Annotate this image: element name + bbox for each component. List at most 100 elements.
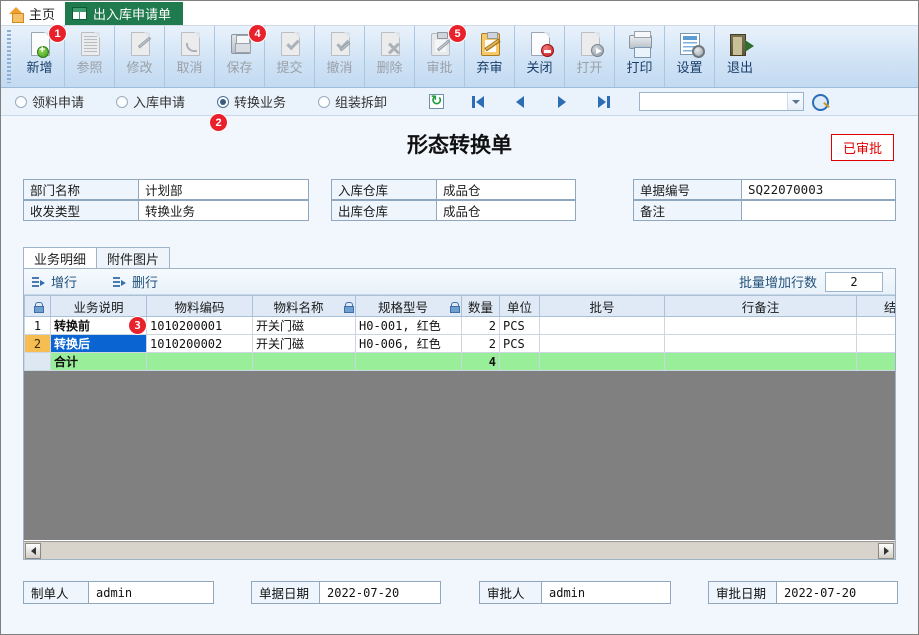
field-doc-number[interactable]: 单据编号 SQ22070003 bbox=[633, 179, 896, 200]
row-1-code-cell[interactable]: 1010200001 bbox=[146, 316, 253, 335]
batch-add-rows-label: 批量增加行数 bbox=[738, 275, 817, 290]
radio-material-request[interactable]: 领料申请 bbox=[15, 92, 84, 111]
status-badge: 已审批 bbox=[830, 134, 894, 161]
approve-button-label: 审批 bbox=[426, 60, 453, 75]
first-record-button[interactable] bbox=[457, 91, 499, 113]
col-header-business-desc[interactable]: 业务说明 bbox=[50, 295, 147, 317]
field-transaction-type[interactable]: 收发类型 转换业务 bbox=[23, 200, 309, 221]
field-created-by[interactable]: 制单人 admin bbox=[23, 581, 214, 604]
row-2-name-cell[interactable]: 开关门磁 bbox=[252, 334, 356, 353]
lock-icon bbox=[344, 301, 354, 313]
radio-assembly-disassembly[interactable]: 组装拆卸 bbox=[318, 92, 387, 111]
last-record-button[interactable] bbox=[583, 91, 625, 113]
field-out-warehouse[interactable]: 出库仓库 成品仓 bbox=[331, 200, 576, 221]
radio-icon bbox=[318, 95, 331, 108]
add-row-icon bbox=[32, 276, 46, 288]
new-button[interactable]: 新增 1 bbox=[15, 25, 66, 87]
table-row[interactable]: 1 转换前 3 1010200001 开关门磁 H0-001, 红色 2 PCS bbox=[24, 316, 895, 335]
tab-inout-request[interactable]: 出入库申请单 bbox=[65, 2, 184, 25]
edit-button[interactable]: 修改 bbox=[115, 26, 165, 87]
exit-button[interactable]: 退出 bbox=[715, 26, 765, 87]
print-button[interactable]: 打印 bbox=[615, 26, 665, 87]
col-header-material-name[interactable]: 物料名称 bbox=[252, 295, 356, 317]
col-header-qty[interactable]: 数量 bbox=[461, 295, 500, 317]
field-approved-by[interactable]: 审批人 admin bbox=[479, 581, 671, 604]
field-doc-number-label: 单据编号 bbox=[633, 179, 741, 200]
batch-add-rows-group: 批量增加行数 2 bbox=[738, 271, 895, 292]
toolbar-grip[interactable] bbox=[7, 30, 11, 83]
delete-row-button[interactable]: 删行 bbox=[113, 272, 158, 291]
batch-add-rows-input[interactable]: 2 bbox=[825, 271, 883, 292]
row-2-unit-cell[interactable]: PCS bbox=[499, 334, 540, 353]
col-header-balance-qty[interactable]: 结存数量 bbox=[856, 295, 895, 317]
save-button[interactable]: 保存 4 bbox=[215, 25, 266, 87]
col-header-spec[interactable]: 规格型号 bbox=[355, 295, 462, 317]
horizontal-scrollbar[interactable] bbox=[24, 541, 895, 559]
detail-grid-panel: 增行 删行 批量增加行数 2 业务说明 物料编码 物料名称 规格型号 数量 单位… bbox=[23, 268, 896, 560]
revoke-button[interactable]: 撤消 bbox=[315, 26, 365, 87]
col-header-unit[interactable]: 单位 bbox=[499, 295, 540, 317]
settings-button[interactable]: 设置 bbox=[665, 26, 715, 87]
tab-home[interactable]: 主页 bbox=[1, 2, 66, 25]
field-in-warehouse[interactable]: 入库仓库 成品仓 bbox=[331, 179, 576, 200]
row-1-spec-cell[interactable]: H0-001, 红色 bbox=[355, 316, 462, 335]
row-1-balance-cell[interactable] bbox=[856, 316, 895, 335]
row-1-qty-cell[interactable]: 2 bbox=[461, 316, 500, 335]
row-2-spec-cell[interactable]: H0-006, 红色 bbox=[355, 334, 462, 353]
col-header-material-code[interactable]: 物料编码 bbox=[146, 295, 253, 317]
next-record-button[interactable] bbox=[541, 91, 583, 113]
new-button-label: 新增 bbox=[26, 60, 53, 75]
radio-transfer-business[interactable]: 转换业务 2 bbox=[210, 92, 286, 131]
scrollbar-track[interactable] bbox=[42, 542, 877, 559]
open-doc-button[interactable]: 打开 bbox=[565, 26, 615, 87]
lock-icon bbox=[450, 301, 460, 313]
chevron-down-icon[interactable] bbox=[787, 93, 804, 110]
approve-button[interactable]: 审批 5 bbox=[415, 25, 466, 87]
row-2-balance-cell[interactable] bbox=[856, 334, 895, 353]
radio-inbound-request[interactable]: 入库申请 bbox=[116, 92, 185, 111]
tab-business-detail[interactable]: 业务明细 bbox=[23, 247, 98, 268]
search-icon[interactable] bbox=[812, 93, 832, 111]
row-2-qty-cell[interactable]: 2 bbox=[461, 334, 500, 353]
field-out-warehouse-label: 出库仓库 bbox=[331, 200, 436, 221]
first-record-icon bbox=[472, 95, 485, 108]
field-transaction-type-label: 收发类型 bbox=[23, 200, 138, 221]
row-2-batch-cell[interactable] bbox=[539, 334, 665, 353]
cancel-button[interactable]: 取消 bbox=[165, 26, 215, 87]
reference-button[interactable]: 参照 bbox=[65, 26, 115, 87]
total-code bbox=[146, 352, 253, 371]
scroll-left-button[interactable] bbox=[25, 542, 41, 559]
field-remark[interactable]: 备注 bbox=[633, 200, 896, 221]
close-doc-button-label: 关闭 bbox=[526, 60, 553, 75]
scroll-right-button[interactable] bbox=[878, 542, 894, 559]
row-1-batch-cell[interactable] bbox=[539, 316, 665, 335]
col-header-row-remark[interactable]: 行备注 bbox=[664, 295, 857, 317]
row-1-unit-cell[interactable]: PCS bbox=[499, 316, 540, 335]
col-header-rownum[interactable] bbox=[24, 295, 51, 317]
add-row-button[interactable]: 增行 bbox=[32, 272, 77, 291]
field-department[interactable]: 部门名称 计划部 bbox=[23, 179, 309, 200]
record-select-combo[interactable] bbox=[639, 92, 805, 111]
unapprove-button[interactable]: 弃审 bbox=[465, 26, 515, 87]
delete-button[interactable]: 删除 bbox=[365, 26, 415, 87]
tab-attachment-image-label: 附件图片 bbox=[107, 251, 160, 267]
row-1-biz-cell[interactable]: 转换前 3 bbox=[50, 316, 147, 335]
submit-button[interactable]: 提交 bbox=[265, 26, 315, 87]
row-1-remark-cell[interactable] bbox=[664, 316, 857, 335]
row-2-code-cell[interactable]: 1010200002 bbox=[146, 334, 253, 353]
tab-attachment-image[interactable]: 附件图片 bbox=[97, 247, 171, 268]
field-doc-date[interactable]: 单据日期 2022-07-20 bbox=[251, 581, 441, 604]
row-2-remark-cell[interactable] bbox=[664, 334, 857, 353]
delete-row-label: 删行 bbox=[132, 275, 159, 290]
table-row[interactable]: 2 转换后 1010200002 开关门磁 H0-006, 红色 2 PCS bbox=[24, 334, 895, 353]
radio-icon bbox=[116, 95, 129, 108]
close-doc-button[interactable]: 关闭 bbox=[515, 26, 565, 87]
field-approve-date[interactable]: 审批日期 2022-07-20 bbox=[708, 581, 898, 604]
row-2-biz-cell[interactable]: 转换后 bbox=[50, 334, 147, 353]
total-balance bbox=[856, 352, 895, 371]
col-header-batch-no[interactable]: 批号 bbox=[539, 295, 665, 317]
prev-record-button[interactable] bbox=[499, 91, 541, 113]
row-1-name-cell[interactable]: 开关门磁 bbox=[252, 316, 356, 335]
refresh-button[interactable] bbox=[415, 91, 457, 113]
col-header-business-desc-label: 业务说明 bbox=[73, 300, 124, 315]
